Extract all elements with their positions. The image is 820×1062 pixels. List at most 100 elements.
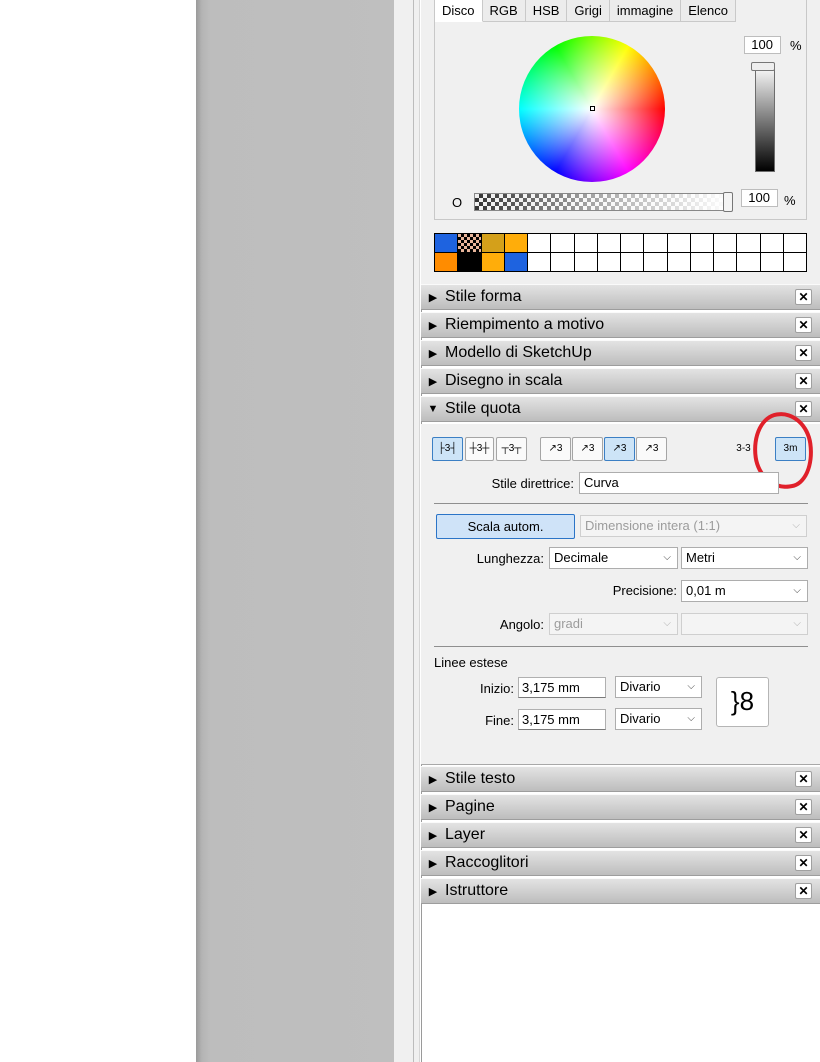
color-swatch[interactable] <box>714 234 738 253</box>
panel-header-layer[interactable]: ▶ Layer ✕ <box>421 822 820 848</box>
tab-grigi[interactable]: Grigi <box>567 0 610 22</box>
color-swatch[interactable] <box>597 253 621 272</box>
dim-text-above-button[interactable]: ├3┤ <box>432 437 463 461</box>
color-swatch[interactable] <box>481 253 505 272</box>
leader-style-value: Curva <box>584 475 619 490</box>
color-swatch[interactable] <box>481 234 505 253</box>
angle-unit-select[interactable]: gradi ⌵ <box>549 613 678 635</box>
close-icon[interactable]: ✕ <box>795 827 812 843</box>
tab-rgb[interactable]: RGB <box>482 0 526 22</box>
color-swatch[interactable] <box>760 234 784 253</box>
color-swatch[interactable] <box>504 234 528 253</box>
panel-header-disegno-scala[interactable]: ▶ Disegno in scala ✕ <box>421 368 820 394</box>
end-mode-value: Divario <box>620 711 661 726</box>
dim-align-horizontal-button[interactable]: ↗3 <box>540 437 571 461</box>
leader-style-select[interactable]: Curva <box>579 472 779 494</box>
brightness-slider-thumb[interactable] <box>751 62 775 71</box>
divider <box>434 646 808 647</box>
opacity-label: O <box>452 195 463 210</box>
color-swatch[interactable] <box>644 253 668 272</box>
panel-header-raccoglitori[interactable]: ▶ Raccoglitori ✕ <box>421 850 820 876</box>
scale-select[interactable]: Dimensione intera (1:1) ⌵ <box>580 515 807 537</box>
panel-header-modello-sketchup[interactable]: ▶ Modello di SketchUp ✕ <box>421 340 820 366</box>
length-format-select[interactable]: Decimale ⌵ <box>549 547 678 569</box>
start-offset-input[interactable]: 3,175 mm <box>518 677 606 698</box>
color-swatch[interactable] <box>458 234 482 253</box>
length-unit-value: Metri <box>686 550 715 565</box>
close-icon[interactable]: ✕ <box>795 401 812 417</box>
color-swatch[interactable] <box>551 253 575 272</box>
tab-hsb[interactable]: HSB <box>525 0 568 22</box>
color-swatch[interactable] <box>435 234 459 253</box>
angle-precision-select[interactable]: ⌵ <box>681 613 808 635</box>
close-icon[interactable]: ✕ <box>795 799 812 815</box>
color-swatch[interactable] <box>528 253 552 272</box>
start-mode-value: Divario <box>620 679 661 694</box>
dim-text-below-button[interactable]: ┬3┬ <box>496 437 527 461</box>
dim-align-vertical-button[interactable]: ↗3 <box>636 437 667 461</box>
panel-header-stile-testo[interactable]: ▶ Stile testo ✕ <box>421 766 820 792</box>
color-swatch[interactable] <box>574 234 598 253</box>
chevron-down-icon: ⌵ <box>793 552 801 563</box>
tab-immagine[interactable]: immagine <box>609 0 682 22</box>
color-swatch[interactable] <box>551 234 575 253</box>
close-icon[interactable]: ✕ <box>795 317 812 333</box>
color-swatch[interactable] <box>714 253 738 272</box>
panel-header-stile-quota[interactable]: ▼ Stile quota ✕ <box>421 396 820 422</box>
color-swatch[interactable] <box>737 253 761 272</box>
auto-scale-button[interactable]: Scala autom. <box>436 514 575 539</box>
collapse-arrow-icon: ▶ <box>428 857 438 870</box>
divider <box>434 503 808 504</box>
opacity-slider-thumb[interactable] <box>723 192 733 212</box>
brightness-input[interactable]: 100 <box>744 36 781 54</box>
collapse-arrow-icon: ▶ <box>428 801 438 814</box>
length-unit-select[interactable]: Metri ⌵ <box>681 547 808 569</box>
color-swatch[interactable] <box>574 253 598 272</box>
opacity-input[interactable]: 100 <box>741 189 778 207</box>
close-icon[interactable]: ✕ <box>795 883 812 899</box>
dim-align-parallel-button[interactable]: ↗3 <box>572 437 603 461</box>
color-swatch[interactable] <box>783 253 807 272</box>
end-label: Fine: <box>485 713 514 728</box>
dim-align-perpendicular-button[interactable]: ↗3 <box>604 437 635 461</box>
color-swatch[interactable] <box>504 253 528 272</box>
precision-select[interactable]: 0,01 m ⌵ <box>681 580 808 602</box>
color-swatch[interactable] <box>783 234 807 253</box>
tab-disco[interactable]: Disco <box>435 0 483 22</box>
color-swatch[interactable] <box>760 253 784 272</box>
dim-text-center-button[interactable]: ┼3┼ <box>465 437 494 461</box>
color-swatch[interactable] <box>667 253 691 272</box>
color-swatch[interactable] <box>690 253 714 272</box>
end-mode-select[interactable]: Divario ⌵ <box>615 708 702 730</box>
color-swatch[interactable] <box>597 234 621 253</box>
panel-header-istruttore[interactable]: ▶ Istruttore ✕ <box>421 878 820 904</box>
color-swatch[interactable] <box>528 234 552 253</box>
end-offset-input[interactable]: 3,175 mm <box>518 709 606 730</box>
close-icon[interactable]: ✕ <box>795 289 812 305</box>
brightness-unit: % <box>790 38 802 53</box>
color-wheel-cursor[interactable] <box>590 106 595 111</box>
color-swatch[interactable] <box>644 234 668 253</box>
link-chain-icon[interactable]: }8 <box>716 677 769 727</box>
panel-header-stile-forma[interactable]: ▶ Stile forma ✕ <box>421 284 820 310</box>
panel-header-riempimento-motivo[interactable]: ▶ Riempimento a motivo ✕ <box>421 312 820 338</box>
panel-title: Pagine <box>445 798 495 815</box>
color-swatch[interactable] <box>737 234 761 253</box>
panel-title: Modello di SketchUp <box>445 344 592 361</box>
start-mode-select[interactable]: Divario ⌵ <box>615 676 702 698</box>
tab-elenco[interactable]: Elenco <box>681 0 736 22</box>
close-icon[interactable]: ✕ <box>795 771 812 787</box>
close-icon[interactable]: ✕ <box>795 345 812 361</box>
collapse-arrow-icon: ▶ <box>428 319 438 332</box>
chevron-down-icon: ⌵ <box>687 713 695 724</box>
color-swatch[interactable] <box>621 234 645 253</box>
close-icon[interactable]: ✕ <box>795 855 812 871</box>
color-swatch[interactable] <box>667 234 691 253</box>
color-swatch[interactable] <box>435 253 459 272</box>
brightness-slider[interactable] <box>755 64 775 172</box>
close-icon[interactable]: ✕ <box>795 373 812 389</box>
panel-header-pagine[interactable]: ▶ Pagine ✕ <box>421 794 820 820</box>
color-swatch[interactable] <box>690 234 714 253</box>
color-swatch[interactable] <box>621 253 645 272</box>
color-swatch[interactable] <box>458 253 482 272</box>
